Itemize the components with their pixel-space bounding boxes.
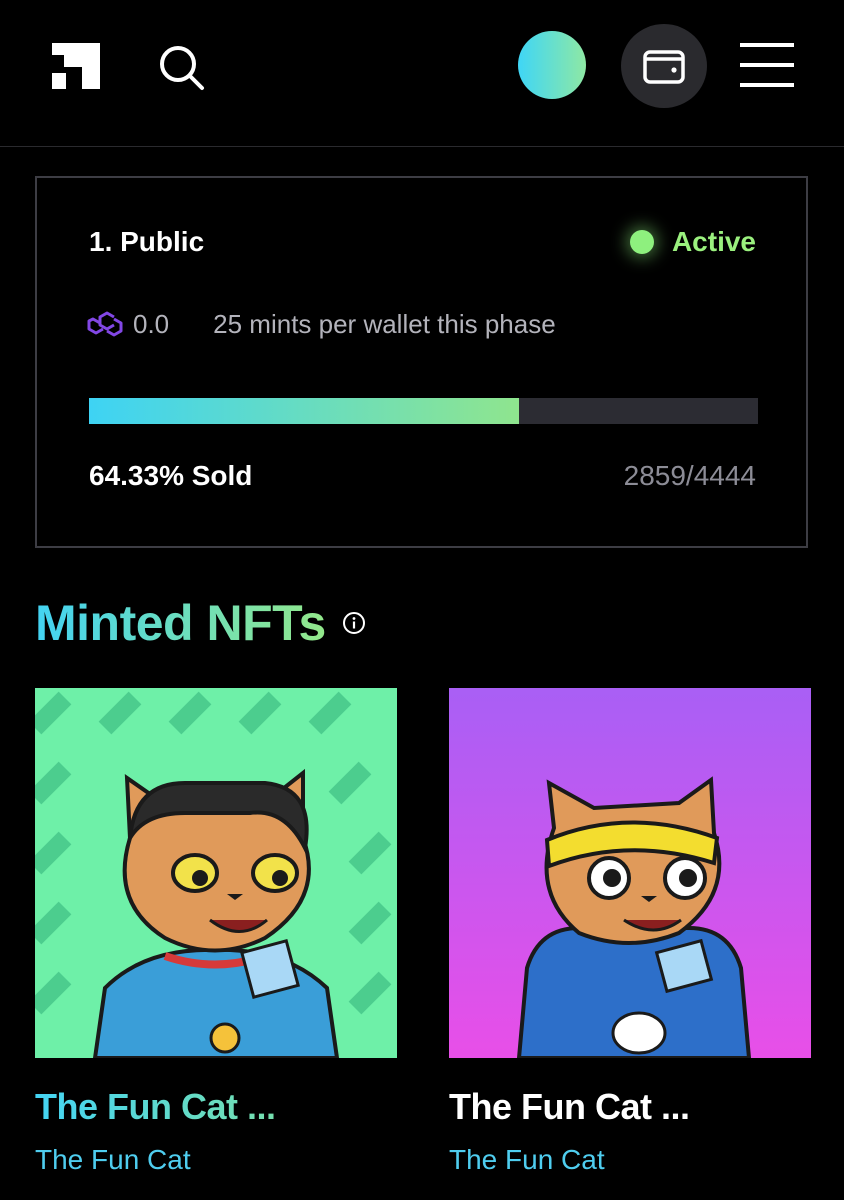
cat-artwork-icon bbox=[449, 688, 811, 1058]
hamburger-menu-icon[interactable] bbox=[740, 43, 794, 87]
sold-percentage: 64.33% Sold bbox=[89, 460, 253, 491]
info-icon[interactable] bbox=[342, 611, 366, 635]
phase-status: Active bbox=[629, 226, 756, 258]
brand-logo-icon[interactable] bbox=[52, 43, 100, 89]
mint-progress-bar bbox=[89, 398, 758, 424]
status-label: Active bbox=[671, 226, 756, 257]
top-bar bbox=[0, 0, 844, 147]
wallet-button[interactable] bbox=[621, 24, 707, 108]
nft-card[interactable]: The Fun Cat ... The Fun Cat bbox=[35, 688, 397, 1176]
mint-price: 0.0 bbox=[133, 308, 170, 339]
cat-artwork-icon bbox=[35, 688, 397, 1058]
nft-name[interactable]: The Fun Cat ... bbox=[35, 1086, 397, 1128]
nft-image[interactable] bbox=[35, 688, 397, 1058]
mint-limit: 25 mints per wallet this phase bbox=[213, 308, 556, 339]
nft-image[interactable] bbox=[449, 688, 811, 1058]
nft-collection-link[interactable]: The Fun Cat bbox=[35, 1144, 397, 1176]
section-title: Minted NFTs bbox=[35, 595, 326, 651]
avatar[interactable] bbox=[518, 31, 586, 99]
mint-phase-card: 1. Public Active 0.0 25 mints per wallet… bbox=[35, 176, 808, 548]
nft-name[interactable]: The Fun Cat ... bbox=[449, 1086, 811, 1128]
wallet-icon bbox=[643, 50, 685, 84]
nft-card[interactable]: The Fun Cat ... The Fun Cat bbox=[449, 688, 811, 1176]
minted-count: 2859/4444 bbox=[623, 460, 756, 491]
phase-title: 1. Public bbox=[89, 226, 205, 257]
minted-nfts-header: Minted NFTs bbox=[35, 594, 366, 652]
status-indicator-dot bbox=[629, 230, 654, 254]
progress-fill bbox=[89, 398, 520, 424]
price-row: 0.0 25 mints per wallet this phase bbox=[87, 308, 556, 340]
search-icon[interactable] bbox=[157, 43, 205, 91]
polygon-icon bbox=[87, 311, 123, 337]
nft-collection-link[interactable]: The Fun Cat bbox=[449, 1144, 811, 1176]
